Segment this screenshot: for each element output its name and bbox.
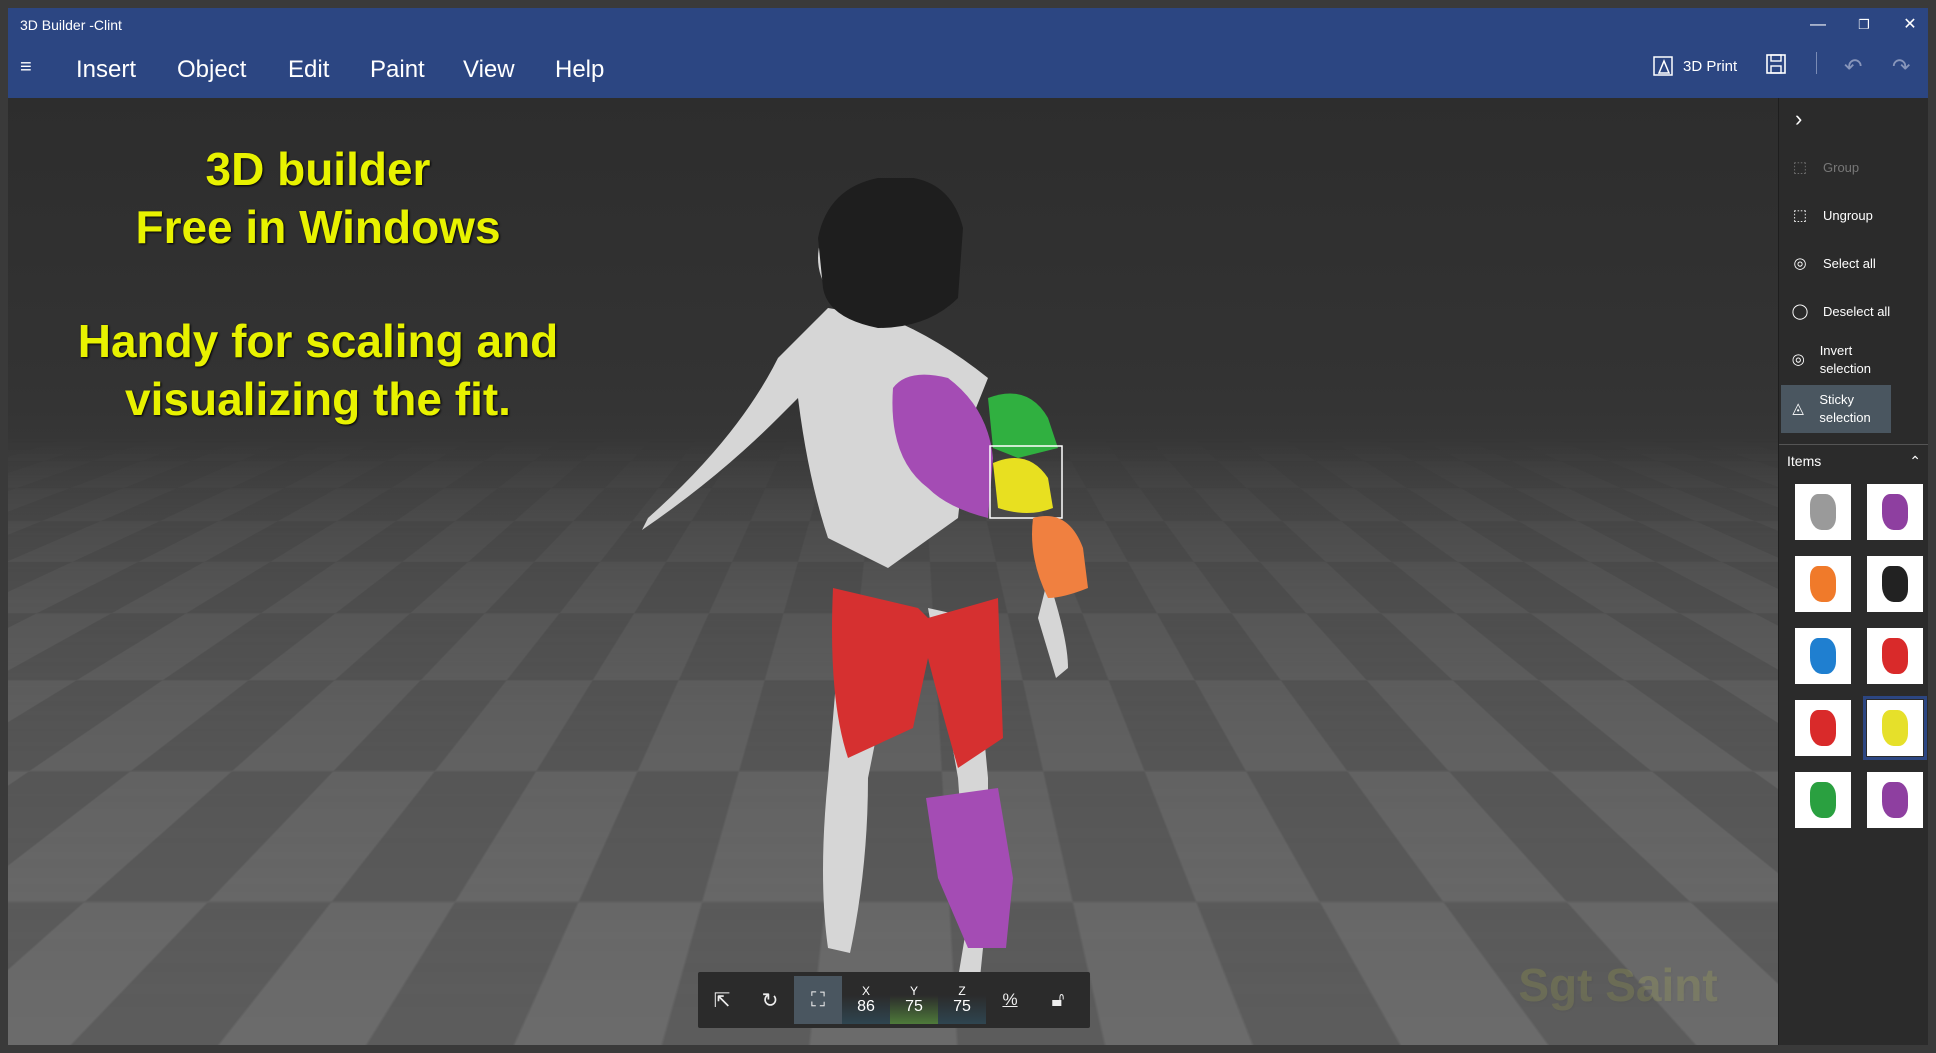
- purple-chest-preview: [1882, 782, 1908, 818]
- blue-piece-preview: [1810, 638, 1836, 674]
- item-thumbnail-red-thigh-2[interactable]: [1795, 700, 1851, 756]
- item-thumbnail-yellow-bicep[interactable]: [1863, 696, 1927, 760]
- invert-selection-label: Invert selection: [1819, 343, 1871, 376]
- item-thumbnail-green-shoulder[interactable]: [1795, 772, 1851, 828]
- rotate-tool-button[interactable]: ↻: [746, 972, 794, 1028]
- ungroup-icon: ⬚: [1792, 207, 1808, 224]
- sticky-selection-icon: ◬: [1792, 400, 1804, 417]
- unlock-icon: 🔓︎: [1051, 988, 1065, 1011]
- item-thumbnail-purple-chest[interactable]: [1867, 772, 1923, 828]
- green-shoulder-preview: [1810, 782, 1836, 818]
- item-thumbnail-purple-leg[interactable]: [1867, 484, 1923, 540]
- helmet-preview: [1882, 566, 1908, 602]
- item-thumbnail-helmet[interactable]: [1867, 556, 1923, 612]
- 3d-print-icon: [1653, 56, 1673, 76]
- orange-forearm-preview: [1810, 566, 1836, 602]
- 3d-model[interactable]: [628, 178, 1148, 998]
- rotate-icon: ↻: [761, 989, 779, 1012]
- chevron-up-icon: ⌃: [1909, 453, 1921, 469]
- menu-help[interactable]: Help: [555, 56, 604, 84]
- item-thumbnail-body[interactable]: [1795, 484, 1851, 540]
- item-thumbnail-orange-forearm[interactable]: [1795, 556, 1851, 612]
- scale-y-field[interactable]: Y 75: [890, 976, 938, 1024]
- hamburger-menu-icon[interactable]: ≡: [20, 56, 32, 79]
- scale-icon: ⛶: [811, 988, 825, 1011]
- minimize-button[interactable]: —: [1798, 12, 1838, 38]
- group-icon: ⬚: [1792, 159, 1808, 176]
- title-bar: 3D Builder -Clint — ❐ ✕: [8, 8, 1928, 42]
- ungroup-label: Ungroup: [1823, 208, 1873, 223]
- red-thigh-2-preview: [1810, 710, 1836, 746]
- purple-shin-mesh: [926, 788, 1013, 948]
- red-shorts-mesh: [832, 588, 1003, 768]
- deselect-all-icon: ◯: [1791, 303, 1809, 320]
- z-value: 75: [953, 998, 971, 1015]
- undo-icon[interactable]: ↶: [1844, 54, 1862, 80]
- group-button[interactable]: ⬚ Group: [1781, 144, 1891, 192]
- ungroup-button[interactable]: ⬚ Ungroup: [1781, 192, 1891, 240]
- overlay-line-3: Handy for scaling and: [77, 315, 559, 367]
- invert-selection-button[interactable]: ◎ Invert selection: [1781, 336, 1891, 384]
- restore-button[interactable]: ❐: [1844, 12, 1884, 38]
- unit-toggle-button[interactable]: %: [986, 972, 1034, 1028]
- select-all-label: Select all: [1823, 256, 1876, 271]
- select-all-icon: ◎: [1793, 255, 1807, 272]
- y-label: Y: [909, 984, 918, 998]
- window-title: 3D Builder -Clint: [20, 17, 122, 33]
- x-label: X: [861, 984, 870, 998]
- app-window: 3D Builder -Clint — ❐ ✕ ≡ Insert Object …: [8, 8, 1928, 1045]
- scale-x-field[interactable]: X 86: [842, 976, 890, 1024]
- close-button[interactable]: ✕: [1890, 12, 1928, 38]
- yellow-bicep-preview: [1882, 710, 1908, 746]
- items-title: Items: [1787, 453, 1822, 469]
- item-thumbnail-red-thigh[interactable]: [1867, 628, 1923, 684]
- items-header[interactable]: Items ⌃: [1779, 444, 1928, 478]
- x-value: 86: [857, 998, 875, 1015]
- move-icon: ⇱: [713, 989, 731, 1012]
- menu-view[interactable]: View: [463, 56, 515, 84]
- toolbar-divider: [1816, 52, 1817, 74]
- menu-insert[interactable]: Insert: [76, 56, 136, 84]
- save-icon[interactable]: [1766, 54, 1786, 74]
- 3d-viewport[interactable]: 3D builder Free in Windows Handy for sca…: [8, 98, 1778, 1045]
- item-thumbnail-blue-piece[interactable]: [1795, 628, 1851, 684]
- overlay-line-4: visualizing the fit.: [125, 373, 511, 425]
- z-label: Z: [958, 984, 966, 998]
- overlay-line-1: 3D builder: [205, 143, 431, 195]
- sticky-selection-label: Sticky selection: [1819, 392, 1871, 425]
- menu-object[interactable]: Object: [177, 56, 246, 84]
- percent-unit: %: [1002, 990, 1018, 1009]
- overlay-line-2: Free in Windows: [135, 201, 501, 253]
- purple-leg-preview: [1882, 494, 1908, 530]
- green-shoulder-mesh: [988, 393, 1058, 458]
- scale-tool-button[interactable]: ⛶: [794, 976, 842, 1024]
- 3d-print-label: 3D Print: [1683, 57, 1738, 75]
- invert-selection-icon: ◎: [1791, 351, 1805, 368]
- redo-icon[interactable]: ↷: [1892, 54, 1910, 80]
- deselect-all-label: Deselect all: [1823, 304, 1891, 319]
- transform-toolbar: ⇱ ↻ ⛶ X 86 Y 75 Z 75 % 🔓︎: [698, 972, 1090, 1028]
- menu-paint[interactable]: Paint: [370, 56, 425, 84]
- red-thigh-preview: [1882, 638, 1908, 674]
- collapse-panel-chevron-icon[interactable]: ›: [1795, 106, 1802, 132]
- helmet-mesh: [818, 178, 963, 328]
- sticky-selection-button[interactable]: ◬ Sticky selection: [1781, 385, 1891, 433]
- move-tool-button[interactable]: ⇱: [698, 972, 746, 1028]
- lock-button[interactable]: 🔓︎: [1034, 972, 1082, 1028]
- group-label: Group: [1823, 160, 1860, 175]
- yellow-bicep-mesh: [993, 458, 1053, 513]
- right-panel: › ⬚ Group ⬚ Ungroup ◎ Select all ◯ Deselect …: [1778, 98, 1928, 1045]
- y-value: 75: [905, 998, 923, 1015]
- deselect-all-button[interactable]: ◯ Deselect all: [1781, 288, 1891, 336]
- scale-z-field[interactable]: Z 75: [938, 976, 986, 1024]
- menu-edit[interactable]: Edit: [288, 56, 329, 84]
- menu-bar: ≡ Insert Object Edit Paint View Help 3D …: [8, 42, 1928, 98]
- body-preview: [1810, 494, 1836, 530]
- orange-forearm-mesh: [1032, 516, 1088, 598]
- select-all-button[interactable]: ◎ Select all: [1781, 240, 1891, 288]
- 3d-print-button[interactable]: 3D Print: [1653, 56, 1737, 76]
- signature: Sgt Saint: [1518, 959, 1718, 1011]
